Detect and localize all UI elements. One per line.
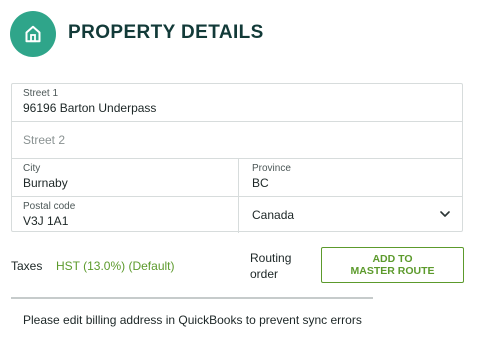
postal-code-field[interactable]: Postal code V3J 1A1 bbox=[12, 197, 239, 233]
section-header: PROPERTY DETAILS bbox=[0, 0, 478, 70]
province-field[interactable]: Province BC bbox=[239, 159, 464, 196]
taxes-label: Taxes bbox=[11, 259, 43, 273]
city-province-row: City Burnaby Province BC bbox=[12, 159, 462, 197]
street1-value[interactable]: 96196 Barton Underpass bbox=[23, 101, 156, 115]
home-icon bbox=[25, 25, 41, 43]
street1-row: Street 1 96196 Barton Underpass bbox=[12, 84, 462, 122]
country-select[interactable]: Canada bbox=[239, 197, 464, 233]
street2-field[interactable]: Street 2 bbox=[12, 122, 462, 158]
postal-code-value[interactable]: V3J 1A1 bbox=[23, 214, 68, 228]
postal-code-label: Postal code bbox=[23, 201, 76, 212]
address-form: Street 1 96196 Barton Underpass Street 2… bbox=[11, 83, 463, 233]
home-icon-badge bbox=[10, 11, 56, 57]
city-value[interactable]: Burnaby bbox=[23, 176, 68, 190]
city-field[interactable]: City Burnaby bbox=[12, 159, 239, 196]
street2-row: Street 2 bbox=[12, 122, 462, 159]
chevron-down-icon[interactable] bbox=[440, 210, 450, 218]
street2-placeholder[interactable]: Street 2 bbox=[23, 133, 65, 147]
add-to-master-route-button[interactable]: ADD TO MASTER ROUTE bbox=[321, 247, 464, 283]
sync-warning-note: Please edit billing address in QuickBook… bbox=[23, 313, 362, 327]
property-details-panel: PROPERTY DETAILS Street 1 96196 Barton U… bbox=[0, 0, 478, 352]
street1-label: Street 1 bbox=[23, 88, 59, 99]
province-value[interactable]: BC bbox=[252, 176, 269, 190]
routing-order-label: Routing order bbox=[250, 251, 292, 281]
page-title: PROPERTY DETAILS bbox=[68, 22, 264, 43]
postal-country-row: Postal code V3J 1A1 Canada bbox=[12, 197, 462, 233]
divider bbox=[11, 297, 373, 299]
street1-field[interactable]: Street 1 96196 Barton Underpass bbox=[12, 84, 462, 121]
taxes-value[interactable]: HST (13.0%) (Default) bbox=[56, 259, 174, 273]
city-label: City bbox=[23, 163, 41, 174]
country-value[interactable]: Canada bbox=[252, 208, 294, 222]
province-label: Province bbox=[252, 163, 291, 174]
